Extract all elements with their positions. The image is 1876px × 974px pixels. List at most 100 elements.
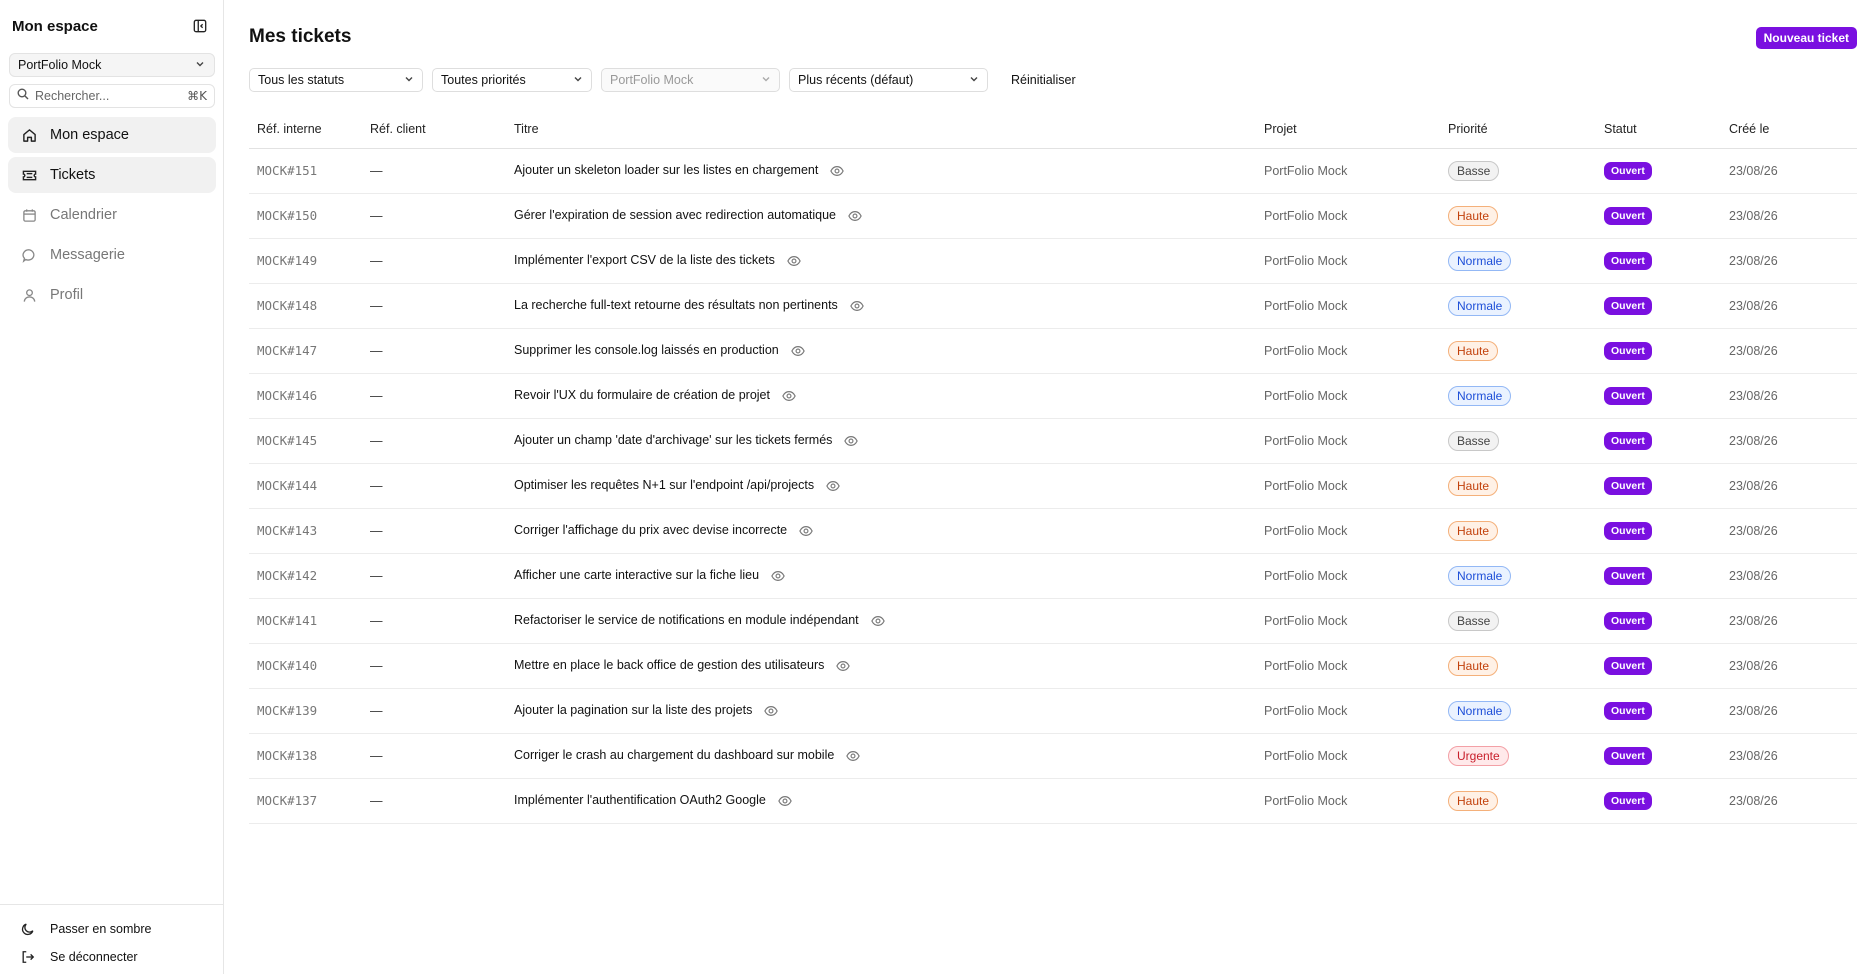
sort-select[interactable]: Plus récents (défaut) xyxy=(789,68,988,92)
column-header-client-ref[interactable]: Réf. client xyxy=(362,111,506,149)
ticket-client-ref: — xyxy=(362,238,506,284)
column-header-created[interactable]: Créé le xyxy=(1721,111,1857,149)
table-row[interactable]: MOCK#142— Afficher une carte interactive … xyxy=(249,553,1857,599)
eye-icon[interactable] xyxy=(782,389,796,403)
ticket-project: PortFolio Mock xyxy=(1256,418,1440,464)
status-badge: Ouvert xyxy=(1604,431,1652,450)
ticket-title-cell: Supprimer les console.log laissés en pro… xyxy=(506,328,1256,374)
project-filter[interactable]: PortFolio Mock xyxy=(601,68,780,92)
sidebar-item-mon-espace[interactable]: Mon espace xyxy=(8,117,216,153)
ticket-title-cell: Ajouter un skeleton loader sur les liste… xyxy=(506,148,1256,194)
table-row[interactable]: MOCK#143— Corriger l'affichage du prix av… xyxy=(249,508,1857,554)
sidebar-item-profil[interactable]: Profil xyxy=(8,277,216,313)
project-selector[interactable]: PortFolio Mock xyxy=(9,53,215,77)
search-input[interactable] xyxy=(35,89,188,103)
sidebar-toggle-icon[interactable] xyxy=(192,18,208,34)
ticket-title[interactable]: Supprimer les console.log laissés en pro… xyxy=(514,343,779,357)
ticket-status-cell: Ouvert xyxy=(1596,328,1721,374)
ticket-project: PortFolio Mock xyxy=(1256,193,1440,239)
eye-icon[interactable] xyxy=(764,704,779,718)
ticket-ref: MOCK#147 xyxy=(249,328,362,374)
table-row[interactable]: MOCK#151— Ajouter un skeleton loader sur … xyxy=(249,148,1857,194)
table-row[interactable]: MOCK#139— Ajouter la pagination sur la li… xyxy=(249,688,1857,734)
ticket-title[interactable]: Gérer l'expiration de session avec redir… xyxy=(514,208,836,222)
column-header-title[interactable]: Titre xyxy=(506,111,1256,149)
dark-mode-toggle[interactable]: Passer en sombre xyxy=(20,915,224,943)
ticket-title[interactable]: Mettre en place le back office de gestio… xyxy=(514,658,824,672)
ticket-title[interactable]: Optimiser les requêtes N+1 sur l'endpoin… xyxy=(514,478,814,492)
table-row[interactable]: MOCK#149— Implémenter l'export CSV de la … xyxy=(249,238,1857,284)
table-row[interactable]: MOCK#150— Gérer l'expiration de session a… xyxy=(249,193,1857,239)
ticket-title[interactable]: Ajouter un skeleton loader sur les liste… xyxy=(514,163,818,177)
table-row[interactable]: MOCK#145— Ajouter un champ 'date d'archiv… xyxy=(249,418,1857,464)
table-row[interactable]: MOCK#144— Optimiser les requêtes N+1 sur … xyxy=(249,463,1857,509)
ticket-title[interactable]: Corriger l'affichage du prix avec devise… xyxy=(514,523,787,537)
eye-icon[interactable] xyxy=(846,749,861,763)
eye-icon[interactable] xyxy=(790,344,805,358)
eye-icon[interactable] xyxy=(778,794,792,808)
eye-icon[interactable] xyxy=(836,659,851,673)
ticket-title[interactable]: Afficher une carte interactive sur la fi… xyxy=(514,568,759,582)
tickets-table: Réf. interne Réf. client Titre Projet Pr… xyxy=(249,111,1857,824)
ticket-title[interactable]: Corriger le crash au chargement du dashb… xyxy=(514,748,834,762)
sidebar-item-calendrier[interactable]: Calendrier xyxy=(8,197,216,233)
table-row[interactable]: MOCK#137— Implémenter l'authentification … xyxy=(249,778,1857,824)
ticket-title[interactable]: Implémenter l'export CSV de la liste des… xyxy=(514,253,775,267)
eye-icon[interactable] xyxy=(870,614,885,628)
priority-badge: Haute xyxy=(1448,475,1499,496)
ticket-project: PortFolio Mock xyxy=(1256,148,1440,194)
eye-icon[interactable] xyxy=(844,434,859,448)
filters-bar: Tous les statuts Toutes priorités PortFo… xyxy=(249,68,1076,92)
logout-button[interactable]: Se déconnecter xyxy=(20,943,224,971)
dark-mode-label: Passer en sombre xyxy=(50,922,152,936)
ticket-title[interactable]: Revoir l'UX du formulaire de création de… xyxy=(514,388,770,402)
ticket-ref: MOCK#151 xyxy=(249,148,362,194)
column-header-status[interactable]: Statut xyxy=(1596,111,1721,149)
ticket-title[interactable]: Refactoriser le service de notifications… xyxy=(514,613,859,627)
eye-icon[interactable] xyxy=(850,299,864,313)
priority-badge: Basse xyxy=(1448,160,1500,181)
table-row[interactable]: MOCK#141— Refactoriser le service de noti… xyxy=(249,598,1857,644)
ticket-title[interactable]: La recherche full-text retourne des résu… xyxy=(514,298,838,312)
sidebar-title: Mon espace xyxy=(12,17,98,35)
priority-badge: Haute xyxy=(1448,790,1499,811)
table-row[interactable]: MOCK#147— Supprimer les console.log laiss… xyxy=(249,328,1857,374)
new-ticket-button[interactable]: Nouveau ticket xyxy=(1755,27,1857,49)
priority-filter[interactable]: Toutes priorités xyxy=(432,68,592,92)
ticket-priority-cell: Normale xyxy=(1440,688,1596,734)
column-header-priority[interactable]: Priorité xyxy=(1440,111,1596,149)
ticket-created-date: 23/08/26 xyxy=(1721,418,1857,464)
sort-select-value: Plus récents (défaut) xyxy=(798,73,914,87)
eye-icon[interactable] xyxy=(771,569,785,583)
ticket-title[interactable]: Ajouter un champ 'date d'archivage' sur … xyxy=(514,433,832,447)
table-row[interactable]: MOCK#140— Mettre en place le back office … xyxy=(249,643,1857,689)
ticket-title-cell: Implémenter l'authentification OAuth2 Go… xyxy=(506,778,1256,824)
status-filter[interactable]: Tous les statuts xyxy=(249,68,423,92)
ticket-priority-cell: Basse xyxy=(1440,418,1596,464)
eye-icon[interactable] xyxy=(830,164,845,178)
column-header-ref[interactable]: Réf. interne xyxy=(249,111,362,149)
eye-icon[interactable] xyxy=(787,254,801,268)
ticket-status-cell: Ouvert xyxy=(1596,283,1721,329)
eye-icon[interactable] xyxy=(848,209,862,223)
ticket-status-cell: Ouvert xyxy=(1596,463,1721,509)
reset-filters-button[interactable]: Réinitialiser xyxy=(1011,73,1076,87)
sidebar-item-messagerie[interactable]: Messagerie xyxy=(8,237,216,273)
status-badge: Ouvert xyxy=(1604,476,1652,495)
table-row[interactable]: MOCK#146— Revoir l'UX du formulaire de cr… xyxy=(249,373,1857,419)
sidebar-item-tickets[interactable]: Tickets xyxy=(8,157,216,193)
priority-badge: Haute xyxy=(1448,340,1499,361)
ticket-client-ref: — xyxy=(362,508,506,554)
ticket-title-cell: La recherche full-text retourne des résu… xyxy=(506,283,1256,329)
table-row[interactable]: MOCK#148— La recherche full-text retourne… xyxy=(249,283,1857,329)
ticket-priority-cell: Basse xyxy=(1440,598,1596,644)
ticket-title[interactable]: Implémenter l'authentification OAuth2 Go… xyxy=(514,793,766,807)
eye-icon[interactable] xyxy=(799,524,813,538)
ticket-priority-cell: Normale xyxy=(1440,283,1596,329)
ticket-priority-cell: Normale xyxy=(1440,238,1596,284)
eye-icon[interactable] xyxy=(826,479,840,493)
ticket-created-date: 23/08/26 xyxy=(1721,688,1857,734)
table-row[interactable]: MOCK#138— Corriger le crash au chargement… xyxy=(249,733,1857,779)
ticket-title[interactable]: Ajouter la pagination sur la liste des p… xyxy=(514,703,752,717)
column-header-project[interactable]: Projet xyxy=(1256,111,1440,149)
